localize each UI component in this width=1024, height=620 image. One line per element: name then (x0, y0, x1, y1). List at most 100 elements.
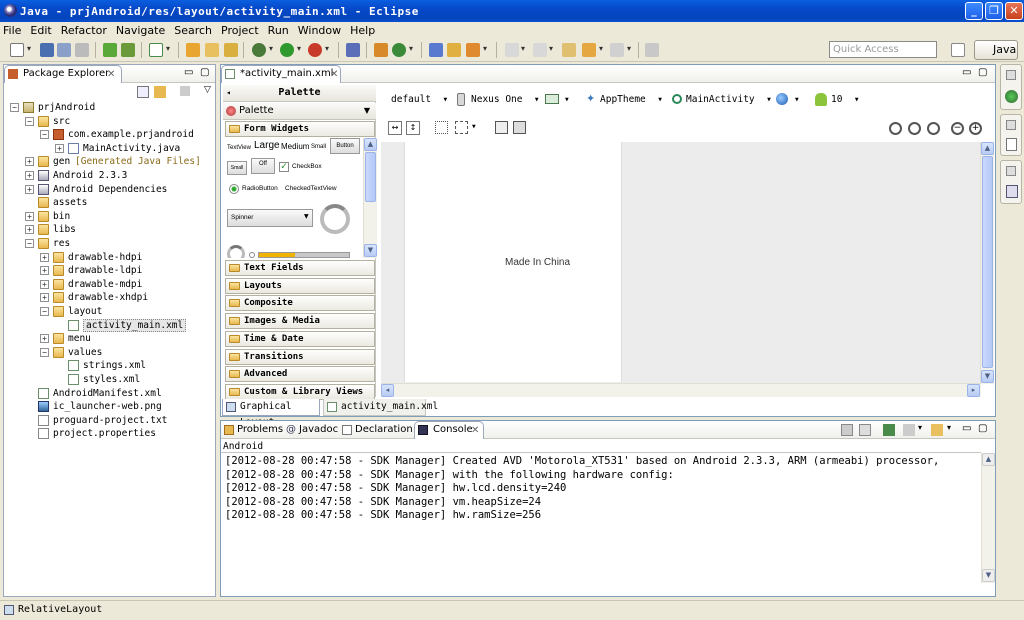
scroll-up-icon[interactable]: ▲ (364, 138, 377, 151)
collapse-icon[interactable]: − (40, 347, 49, 357)
forward-icon[interactable] (610, 43, 624, 57)
debug-dropdown-icon[interactable]: ▾ (269, 44, 273, 53)
minimize-console-icon[interactable]: ▭ (962, 423, 971, 434)
restore-view-icon[interactable] (1006, 120, 1016, 130)
gravity-icon[interactable] (513, 121, 526, 134)
menu-project[interactable]: Project (221, 24, 259, 37)
expand-icon[interactable]: + (25, 225, 34, 235)
external-tools-dropdown-icon[interactable]: ▾ (325, 44, 329, 53)
close-icon[interactable]: ✕ (107, 67, 115, 83)
distribute-weights-icon[interactable] (455, 121, 468, 134)
scroll-up-icon[interactable]: ▲ (982, 453, 995, 466)
palette-category[interactable]: Text Fields (225, 260, 375, 276)
zoom-out-icon[interactable]: − (951, 122, 964, 135)
menu-run[interactable]: Run (268, 24, 289, 37)
open-type-icon[interactable] (346, 43, 360, 57)
show-margins-icon[interactable] (435, 121, 448, 134)
lint-icon[interactable] (224, 43, 238, 57)
pin-editor-icon[interactable] (645, 43, 659, 57)
locale-dropdown-icon[interactable]: ▾ (794, 94, 800, 105)
zoom-real-size-icon[interactable] (889, 122, 902, 135)
open-console-icon[interactable] (931, 424, 943, 436)
tab-declaration[interactable]: Declaration (339, 422, 415, 439)
collapse-icon[interactable]: − (40, 307, 49, 316)
menu-edit[interactable]: Edit (30, 24, 51, 37)
expand-icon[interactable]: + (40, 334, 49, 344)
save-icon[interactable] (40, 43, 54, 57)
clear-console-icon[interactable] (841, 424, 853, 436)
open-perspective-icon[interactable] (951, 43, 965, 57)
tasks-icon[interactable] (149, 43, 163, 57)
widget-small-text[interactable]: Small (311, 144, 326, 150)
new-android-project-icon[interactable] (186, 43, 200, 57)
android-sdk-manager-icon[interactable] (103, 43, 117, 57)
outline-icon[interactable] (1005, 90, 1018, 103)
collapse-icon[interactable]: − (25, 239, 34, 248)
maximize-view-icon[interactable]: ▢ (200, 67, 209, 78)
baseline-icon[interactable] (495, 121, 508, 134)
external-tools-icon[interactable] (308, 43, 322, 57)
expand-icon[interactable]: + (40, 266, 49, 276)
menu-file[interactable]: File (3, 24, 21, 37)
console-output[interactable]: [2012-08-28 00:47:58 - SDK Manager] Crea… (221, 453, 981, 583)
toggle-fill-width-icon[interactable]: ↔ (388, 121, 402, 135)
tab-javadoc[interactable]: @ Javadoc (283, 422, 339, 439)
palette-category[interactable]: Layouts (225, 277, 375, 294)
scroll-up-icon[interactable]: ▲ (981, 142, 994, 155)
palette-category[interactable]: Custom & Library Views (225, 383, 375, 400)
new-android-xml-icon[interactable] (205, 43, 219, 57)
open-console-dropdown-icon[interactable]: ▾ (947, 423, 951, 432)
zoom-100-icon[interactable] (927, 122, 940, 135)
view-menu-icon[interactable] (180, 86, 190, 96)
view-menu-dropdown-icon[interactable]: ▽ (204, 85, 211, 95)
new-dropdown-icon[interactable]: ▾ (27, 44, 31, 53)
maximize-console-icon[interactable]: ▢ (978, 423, 987, 434)
display-console-dropdown-icon[interactable]: ▾ (918, 423, 922, 432)
restore-view-icon[interactable] (1006, 166, 1016, 176)
scroll-lock-icon[interactable] (859, 424, 871, 436)
widget-medium-text[interactable]: Medium (281, 142, 309, 151)
menu-window[interactable]: Window (298, 24, 341, 37)
scroll-down-icon[interactable]: ▼ (364, 244, 377, 257)
new-class-dropdown-icon[interactable]: ▾ (409, 44, 413, 53)
tab-package-explorer[interactable]: Package Explorer ✕ (4, 65, 122, 83)
new-icon[interactable] (10, 43, 24, 57)
search-icon[interactable] (466, 43, 480, 57)
widget-progressbar-normal[interactable] (227, 245, 245, 258)
margins-dropdown-icon[interactable]: ▾ (471, 121, 477, 132)
pin-console-icon[interactable] (883, 424, 895, 436)
canvas-horizontal-scrollbar[interactable]: ◂ ▸ (381, 383, 981, 397)
expand-icon[interactable]: + (55, 143, 64, 153)
minimize-button[interactable]: _ (965, 2, 983, 20)
canvas-textview[interactable]: Made In China (505, 257, 570, 268)
scroll-down-icon[interactable]: ▼ (982, 569, 995, 582)
task-list-icon[interactable] (1006, 138, 1017, 151)
last-edit-location-icon[interactable] (562, 43, 576, 57)
minimize-view-icon[interactable]: ▭ (184, 67, 193, 78)
widget-checkbox[interactable]: CheckBox (292, 163, 322, 170)
palette-category[interactable]: Advanced (225, 366, 375, 383)
expand-icon[interactable]: + (40, 293, 49, 303)
palette-scrollbar[interactable]: ▲ ▼ (363, 138, 377, 258)
scroll-right-icon[interactable]: ▸ (967, 384, 980, 397)
quick-access-input[interactable]: Quick Access (829, 41, 937, 58)
tab-graphical-layout[interactable]: Graphical Layout (222, 399, 320, 428)
new-java-class-icon[interactable] (392, 43, 406, 57)
back-icon[interactable] (582, 43, 596, 57)
widget-textview[interactable]: TextView (227, 145, 251, 151)
new-java-package-icon[interactable] (374, 43, 388, 57)
orientation-dropdown-icon[interactable]: ▾ (564, 94, 570, 105)
canvas-vertical-scrollbar[interactable]: ▲ ▼ (980, 142, 994, 384)
widget-checkedtextview[interactable]: CheckedTextView (285, 185, 337, 192)
orientation-icon[interactable] (545, 94, 559, 104)
close-icon[interactable]: ✕ (330, 67, 338, 83)
widget-toggle-button[interactable]: Off (251, 158, 275, 174)
palette-scroll-thumb[interactable] (365, 152, 376, 202)
previous-annotation-icon[interactable] (533, 43, 547, 57)
run-icon[interactable] (280, 43, 294, 57)
zoom-in-icon[interactable]: + (969, 122, 982, 135)
expand-icon[interactable]: + (40, 279, 49, 289)
console-scrollbar[interactable]: ▲ ▼ (981, 453, 995, 583)
next-annotation-icon[interactable] (505, 43, 519, 57)
locale-globe-icon[interactable] (776, 93, 788, 105)
